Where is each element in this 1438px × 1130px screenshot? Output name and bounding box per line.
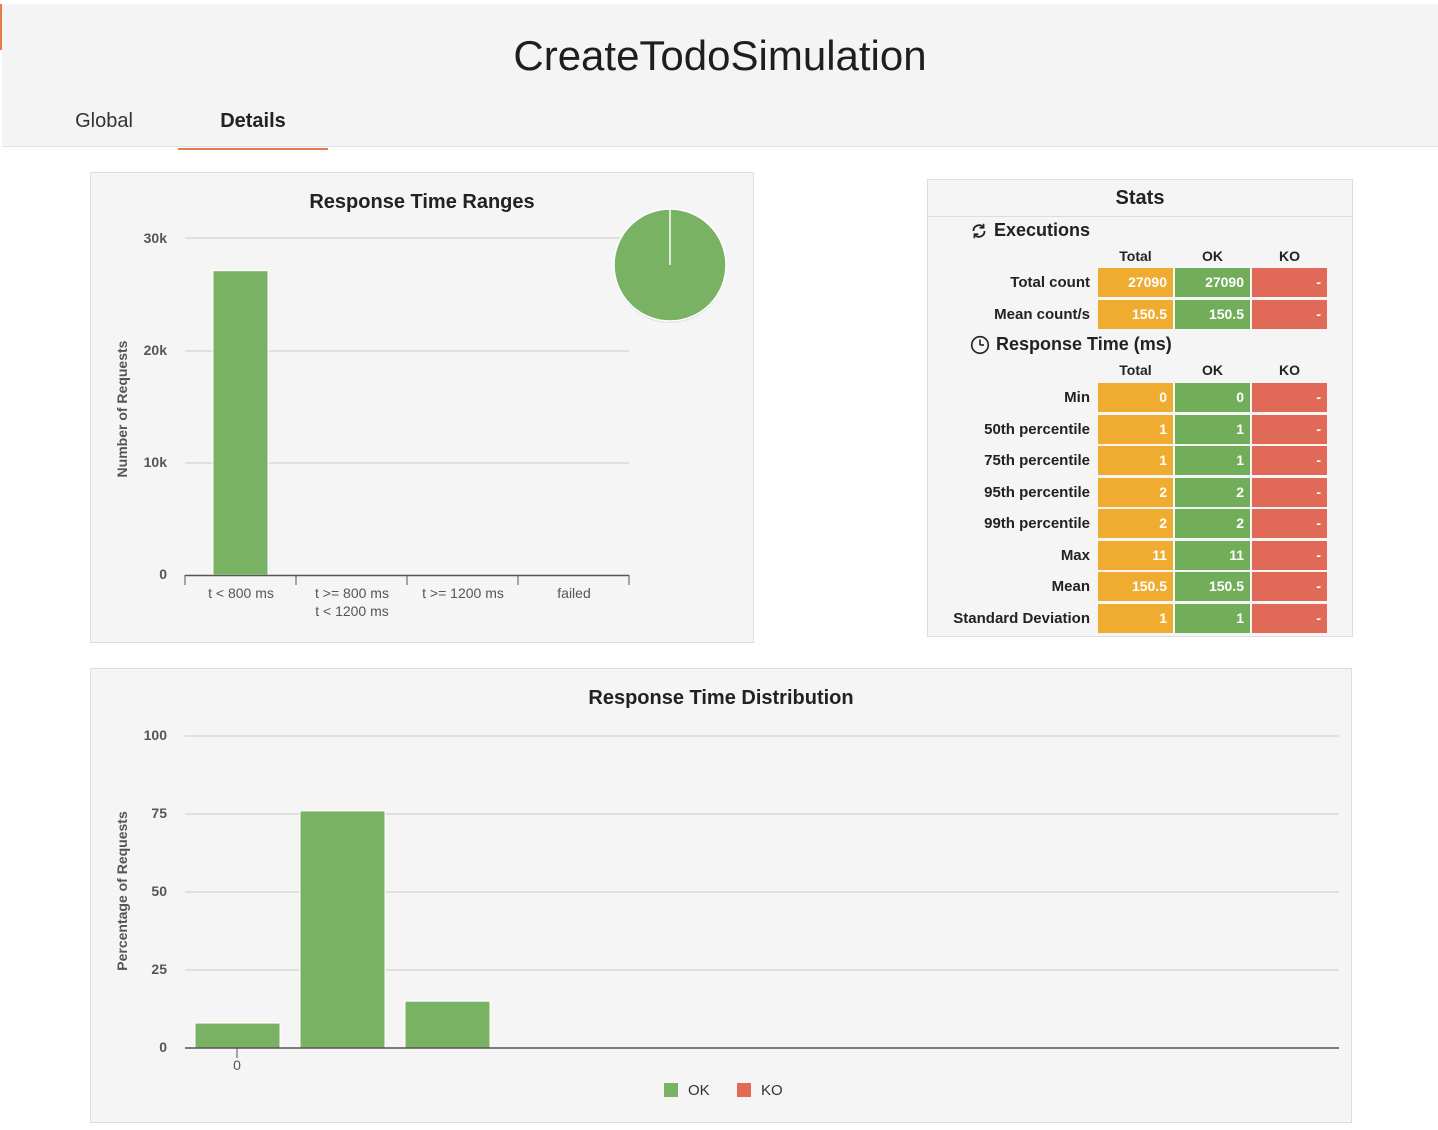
stat-cell-total: 2 (1098, 509, 1173, 538)
chart-title: Response Time Distribution (588, 687, 853, 709)
stat-cell-ko: - (1252, 300, 1327, 329)
y-tick-label: 50 (151, 883, 167, 899)
stat-label-min: Min (1064, 389, 1090, 406)
stat-cell-total: 150.5 (1098, 572, 1173, 601)
legend-ok-swatch[interactable] (664, 1083, 678, 1097)
column-header-ko: KO (1279, 362, 1300, 378)
stat-cell-ok: 27090 (1175, 268, 1250, 297)
stat-cell-ko: - (1252, 383, 1327, 412)
stat-label-total-count: Total count (1010, 274, 1090, 291)
response-time-title: Response Time (ms) (996, 334, 1172, 354)
response-time-ranges-panel: Response Time Ranges Number of Requests … (90, 172, 754, 643)
stat-cell-ko: - (1252, 509, 1327, 538)
y-tick-label: 75 (151, 805, 167, 821)
y-axis-label: Number of Requests (114, 340, 130, 477)
chart-title: Response Time Ranges (309, 191, 534, 213)
stat-cell-total: 0 (1098, 383, 1173, 412)
stat-cell-ok: 2 (1175, 477, 1250, 507)
response-time-distribution-panel: Response Time Distribution Percentage of… (90, 668, 1352, 1123)
stat-cell-total: 11 (1098, 540, 1173, 570)
stat-cell-ok: 1 (1175, 414, 1250, 444)
stat-label-99th-percentile: 99th percentile (984, 515, 1090, 532)
stat-label-75th-percentile: 75th percentile (984, 452, 1090, 469)
x-category-label: t < 800 ms (208, 585, 274, 601)
stats-panel: Stats Executions Total OK KO Total count… (927, 179, 1353, 637)
stat-cell-ko: - (1252, 446, 1327, 475)
report-header: CreateTodoSimulation Global Details (2, 4, 1438, 150)
y-tick-label: 100 (144, 727, 168, 743)
stat-cell-ok: 0 (1175, 383, 1250, 412)
stat-cell-total: 1 (1098, 414, 1173, 444)
bar-1[interactable] (212, 270, 269, 576)
stat-cell-ok: 1 (1175, 603, 1250, 633)
y-tick-label: 0 (159, 566, 167, 582)
stat-cell-total: 1 (1098, 603, 1173, 633)
header-accent-bar (0, 4, 2, 50)
stat-cell-ko: - (1252, 414, 1327, 444)
tab-details[interactable]: Details (178, 96, 328, 150)
y-tick-label: 10k (144, 454, 168, 470)
stat-cell-ok: 2 (1175, 509, 1250, 538)
stat-label-max: Max (1060, 546, 1090, 564)
stats-title: Stats (928, 180, 1352, 217)
stat-label-50th-percentile: 50th percentile (984, 420, 1090, 438)
column-header-total: Total (1119, 248, 1152, 264)
column-header-ok: OK (1202, 362, 1223, 378)
response-time-distribution-chart: Response Time Distribution Percentage of… (114, 687, 1339, 1099)
stat-cell-ok: 150.5 (1175, 300, 1250, 329)
stat-cell-ko: - (1252, 603, 1327, 633)
bar-3[interactable] (404, 1000, 491, 1049)
executions-title: Executions (994, 220, 1091, 240)
range-pie-chart (613, 208, 727, 323)
column-header-total: Total (1119, 362, 1152, 378)
stat-cell-ko: - (1252, 572, 1327, 601)
stat-cell-total: 2 (1098, 477, 1173, 507)
bar-1[interactable] (194, 1022, 281, 1049)
stat-label-mean: Mean (1051, 578, 1090, 595)
y-tick-label: 30k (144, 230, 168, 246)
y-tick-label: 0 (159, 1039, 167, 1055)
x-category-label: t >= 1200 ms (422, 585, 504, 601)
tab-global[interactable]: Global (32, 96, 176, 148)
executions-heading: Executions (970, 220, 1090, 241)
clock-icon (970, 335, 990, 354)
column-header-ko: KO (1279, 248, 1300, 264)
y-axis-label: Percentage of Requests (114, 811, 130, 971)
stat-label-standard-deviation: Standard Deviation (953, 609, 1090, 627)
stat-cell-total: 150.5 (1098, 300, 1173, 329)
stat-label-95th-percentile: 95th percentile (984, 483, 1090, 501)
stat-cell-total: 1 (1098, 446, 1173, 475)
stat-label-mean-count-s: Mean count/s (994, 306, 1090, 323)
stat-cell-ko: - (1252, 268, 1327, 297)
column-header-ok: OK (1202, 248, 1223, 264)
stat-cell-ok: 1 (1175, 446, 1250, 475)
legend-ok-label[interactable]: OK (688, 1082, 710, 1099)
stat-cell-ok: 11 (1175, 540, 1250, 570)
refresh-icon (972, 223, 986, 238)
x-category-label: t >= 800 ms t < 1200 ms (315, 585, 389, 619)
y-tick-label: 20k (144, 342, 168, 358)
legend-ko-swatch[interactable] (737, 1083, 751, 1097)
stat-cell-ko: - (1252, 477, 1327, 507)
x-tick-label: 0 (233, 1057, 241, 1073)
stat-cell-total: 27090 (1098, 268, 1173, 297)
stat-cell-ok: 150.5 (1175, 572, 1250, 601)
bar-2[interactable] (299, 810, 386, 1049)
stat-cell-ko: - (1252, 540, 1327, 570)
page-title: CreateTodoSimulation (513, 32, 927, 79)
x-category-label: failed (557, 585, 590, 601)
response-time-ranges-chart: Response Time Ranges Number of Requests … (114, 191, 727, 619)
legend-ko-label[interactable]: KO (761, 1082, 783, 1099)
y-tick-label: 25 (151, 961, 167, 977)
response-time-heading: Response Time (ms) (970, 334, 1172, 355)
